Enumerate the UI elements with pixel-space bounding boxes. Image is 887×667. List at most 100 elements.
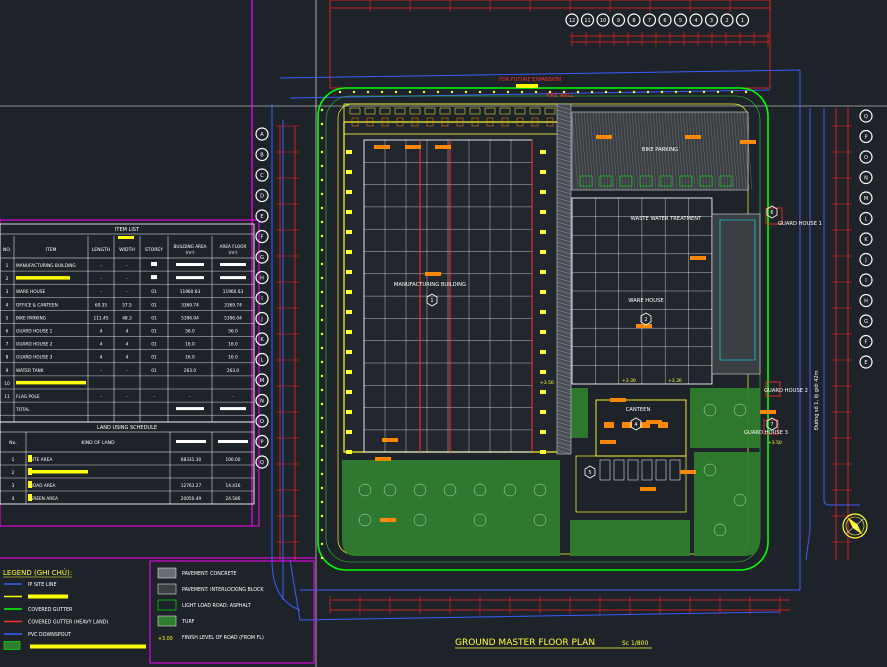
grid-bubble-label: E	[864, 360, 867, 366]
column-marker	[540, 170, 546, 174]
table-cell: 4	[100, 355, 103, 361]
column-marker	[346, 370, 352, 374]
legend-label: TURF	[181, 619, 195, 625]
marker-dot	[320, 220, 324, 224]
table-cell: FLAG POLE	[16, 394, 40, 400]
table-cell: 2	[6, 276, 9, 282]
table-cell: BIKE PARKING	[16, 315, 46, 321]
table-header: STOREY	[145, 247, 163, 253]
marker-dot	[646, 90, 650, 94]
column-marker	[346, 390, 352, 394]
table-cell: 01	[151, 315, 157, 321]
marker-dot	[632, 90, 636, 94]
value-bar	[218, 440, 248, 443]
marker-dot	[394, 90, 398, 94]
svg-text:2: 2	[644, 317, 647, 323]
column-marker	[346, 190, 352, 194]
legend-label: PAVEMENT: CONCRETE	[182, 571, 237, 577]
value-bar	[220, 407, 246, 411]
legend-swatch	[3, 641, 21, 650]
table-header: (m²)	[228, 250, 237, 255]
marker-dot	[576, 90, 580, 94]
marker-dot	[702, 90, 706, 94]
table-cell: OFFICE & CANTEEN	[16, 302, 58, 308]
marker-dot	[320, 206, 324, 210]
svg-text:5: 5	[588, 470, 591, 476]
table-cell: 6	[6, 329, 9, 335]
marker-dot	[320, 150, 324, 154]
orange-tag	[740, 140, 756, 144]
marker-dot	[320, 346, 324, 350]
label-guard-house-2: GUARD HOUSE 2	[764, 388, 808, 394]
column-marker	[540, 190, 546, 194]
column-marker	[540, 430, 546, 434]
orange-tag	[405, 145, 421, 149]
table-cell: 2	[12, 470, 15, 476]
table-cell: 263.0	[184, 368, 197, 374]
future-expansion-note: FOR FUTURE EXPANSION	[499, 77, 561, 83]
level-tag: +3.50	[540, 380, 554, 386]
grid-bubble-label: C	[260, 173, 264, 179]
column-marker	[540, 290, 546, 294]
value-bar	[220, 276, 246, 280]
table-cell: 56.0	[185, 329, 195, 335]
table-cell: 01	[151, 355, 157, 361]
grid-bubble-label: 3	[710, 18, 713, 24]
table-cell: WATER TANK	[16, 368, 44, 374]
column-marker	[346, 350, 352, 354]
marker-dot	[320, 164, 324, 168]
label-bike-parking: BIKE PARKING	[642, 147, 678, 153]
grid-bubble-label: P	[864, 135, 867, 141]
table-cell: 60.35	[95, 302, 108, 308]
marker-dot	[320, 444, 324, 448]
svg-text:1: 1	[430, 298, 433, 304]
land-schedule-title: LAND USING SCHEDULE	[97, 425, 157, 431]
svg-text:4: 4	[634, 422, 637, 428]
legend-swatch	[157, 615, 177, 627]
marker-dot	[320, 332, 324, 336]
legend-label: PAVEMENT: INTERLOCKING BLOCK	[182, 587, 264, 593]
legend-label: LIGHT LOAD ROAD: ASPHALT	[182, 603, 251, 609]
column-marker	[346, 210, 352, 214]
grid-bubble-label: M	[260, 378, 264, 384]
table-cell: 4	[126, 342, 129, 348]
table-cell: 111.45	[93, 315, 108, 321]
grid-bubble-label: F	[865, 340, 868, 346]
grid-bubble-label: I	[261, 296, 262, 302]
highlight-bar	[30, 644, 146, 649]
legend-label: COVERED GUTTER (HEAVY LAND)	[28, 620, 108, 626]
table-cell: GREEN AREA	[30, 496, 58, 502]
table-cell: 01	[151, 302, 157, 308]
table-cell: TOTAL	[15, 407, 30, 413]
table-cell: 01	[151, 368, 157, 374]
highlight-bar	[28, 470, 88, 474]
grid-bubble-label: 9	[617, 18, 620, 24]
grid-bubble-label: O	[864, 155, 868, 161]
label-waste-water: WASTE WATER TREATMENT	[631, 216, 702, 222]
grid-bubble-label: L	[261, 358, 264, 364]
table-cell: 5396.04	[224, 315, 242, 321]
grid-bubble-label: A	[260, 132, 264, 138]
orange-tag	[374, 145, 390, 149]
tag	[622, 422, 632, 428]
drawing-scale: Sc 1/800	[622, 640, 648, 647]
column-marker	[346, 270, 352, 274]
legend-label: IP SITE LINE	[28, 582, 56, 588]
cad-drawing-canvas[interactable]: 124 567 MANUFACTURING BUILDING WARE HOUS…	[0, 0, 887, 667]
table-cell: 4	[100, 342, 103, 348]
grid-bubble-label: O	[260, 419, 264, 425]
column-marker	[540, 450, 546, 454]
grid-bubble-label: Q	[260, 460, 264, 466]
marker-dot	[320, 234, 324, 238]
table-header: ITEM	[45, 247, 56, 253]
table-cell: 01	[151, 329, 157, 335]
marker-dot	[688, 90, 692, 94]
marker-dot	[320, 178, 324, 182]
marker-dot	[320, 276, 324, 280]
grid-bubble-label: B	[260, 153, 264, 159]
highlight-bar	[28, 594, 68, 599]
table-cell: 24.586	[225, 496, 240, 502]
marker-dot	[320, 290, 324, 294]
marker-dot	[660, 90, 664, 94]
marker-dot	[730, 90, 734, 94]
